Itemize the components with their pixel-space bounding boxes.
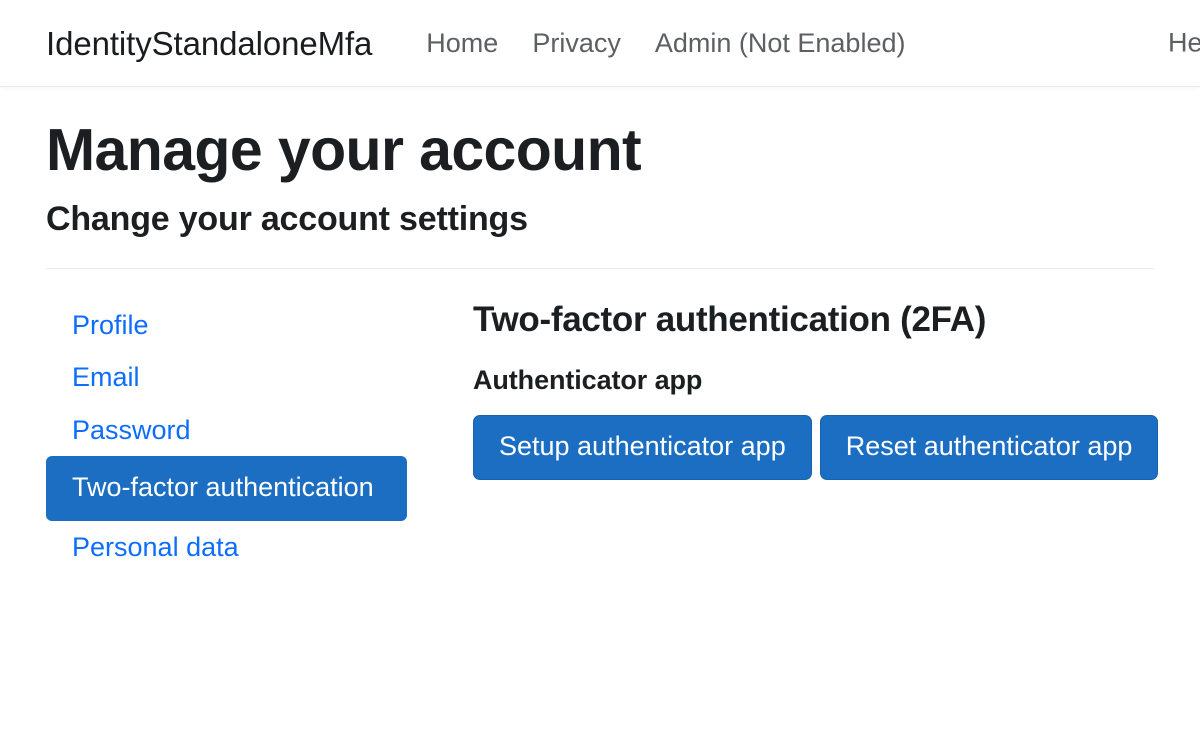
page-title: Manage your account <box>46 117 1154 185</box>
nav-link-home[interactable]: Home <box>409 30 515 57</box>
header-divider <box>46 268 1154 269</box>
sidebar-link-password[interactable]: Password <box>46 404 461 457</box>
sidebar-item-password: Password <box>46 404 461 457</box>
page-container: Manage your account Change your account … <box>0 117 1200 573</box>
navbar-item-privacy: Privacy <box>515 30 638 57</box>
navbar-item-admin: Admin (Not Enabled) <box>638 30 923 57</box>
sidebar-item-two-factor-authentication: Two-factor authentication <box>46 456 461 521</box>
navbar-links: Home Privacy Admin (Not Enabled) <box>409 30 1200 57</box>
manage-layout-row: Profile Email Password Two-factor authen… <box>46 299 1154 574</box>
navbar-item-home: Home <box>409 30 515 57</box>
nav-link-privacy[interactable]: Privacy <box>515 30 638 57</box>
section-heading-two-factor: Two-factor authentication (2FA) <box>473 299 1158 341</box>
reset-authenticator-app-button[interactable]: Reset authenticator app <box>820 415 1159 480</box>
sidebar-link-personal-data[interactable]: Personal data <box>46 521 461 574</box>
manage-sidebar: Profile Email Password Two-factor authen… <box>46 299 461 574</box>
authenticator-actions: Setup authenticator app Reset authentica… <box>473 415 1158 480</box>
top-navbar: IdentityStandaloneMfa Home Privacy Admin… <box>0 0 1200 87</box>
sidebar-link-two-factor-authentication[interactable]: Two-factor authentication <box>46 456 407 521</box>
sidebar-item-email: Email <box>46 351 461 404</box>
manage-nav-list: Profile Email Password Two-factor authen… <box>46 299 461 574</box>
section-subheading-authenticator-app: Authenticator app <box>473 364 1158 396</box>
nav-link-admin[interactable]: Admin (Not Enabled) <box>638 30 923 57</box>
nav-link-user-greeting[interactable]: He <box>1168 30 1200 57</box>
sidebar-item-profile: Profile <box>46 299 461 352</box>
navbar-brand[interactable]: IdentityStandaloneMfa <box>46 27 372 60</box>
setup-authenticator-app-button[interactable]: Setup authenticator app <box>473 415 812 480</box>
two-factor-panel: Two-factor authentication (2FA) Authenti… <box>461 299 1158 480</box>
sidebar-link-profile[interactable]: Profile <box>46 299 461 352</box>
sidebar-link-email[interactable]: Email <box>46 351 461 404</box>
page-subtitle: Change your account settings <box>46 199 1154 240</box>
navbar-user-area: He <box>1168 30 1200 57</box>
sidebar-item-personal-data: Personal data <box>46 521 461 574</box>
